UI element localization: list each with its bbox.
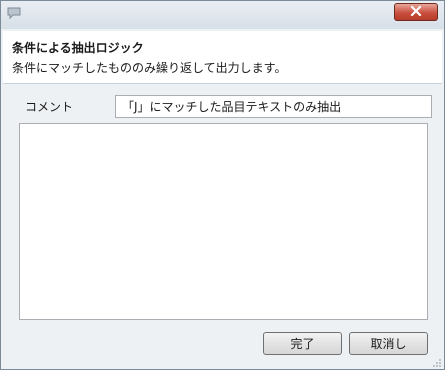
dialog-description: 条件にマッチしたもののみ繰り返して出力します。	[12, 61, 287, 75]
speech-bubble-icon	[7, 7, 21, 20]
ok-button[interactable]: 完了	[263, 332, 342, 355]
comment-label: コメント	[25, 100, 74, 114]
title-bar[interactable]	[1, 1, 444, 29]
resize-grip-icon[interactable]	[432, 357, 442, 367]
comment-input[interactable]	[115, 95, 432, 118]
dialog-title: 条件による抽出ロジック	[12, 41, 144, 55]
dialog-window: 条件による抽出ロジック 条件にマッチしたもののみ繰り返して出力します。 コメント…	[0, 0, 445, 370]
close-icon	[410, 5, 422, 19]
dialog-header: 条件による抽出ロジック 条件にマッチしたもののみ繰り返して出力します。	[3, 31, 442, 84]
cancel-button[interactable]: 取消し	[349, 332, 428, 355]
close-button[interactable]	[394, 3, 438, 21]
body-textarea[interactable]	[19, 123, 428, 320]
